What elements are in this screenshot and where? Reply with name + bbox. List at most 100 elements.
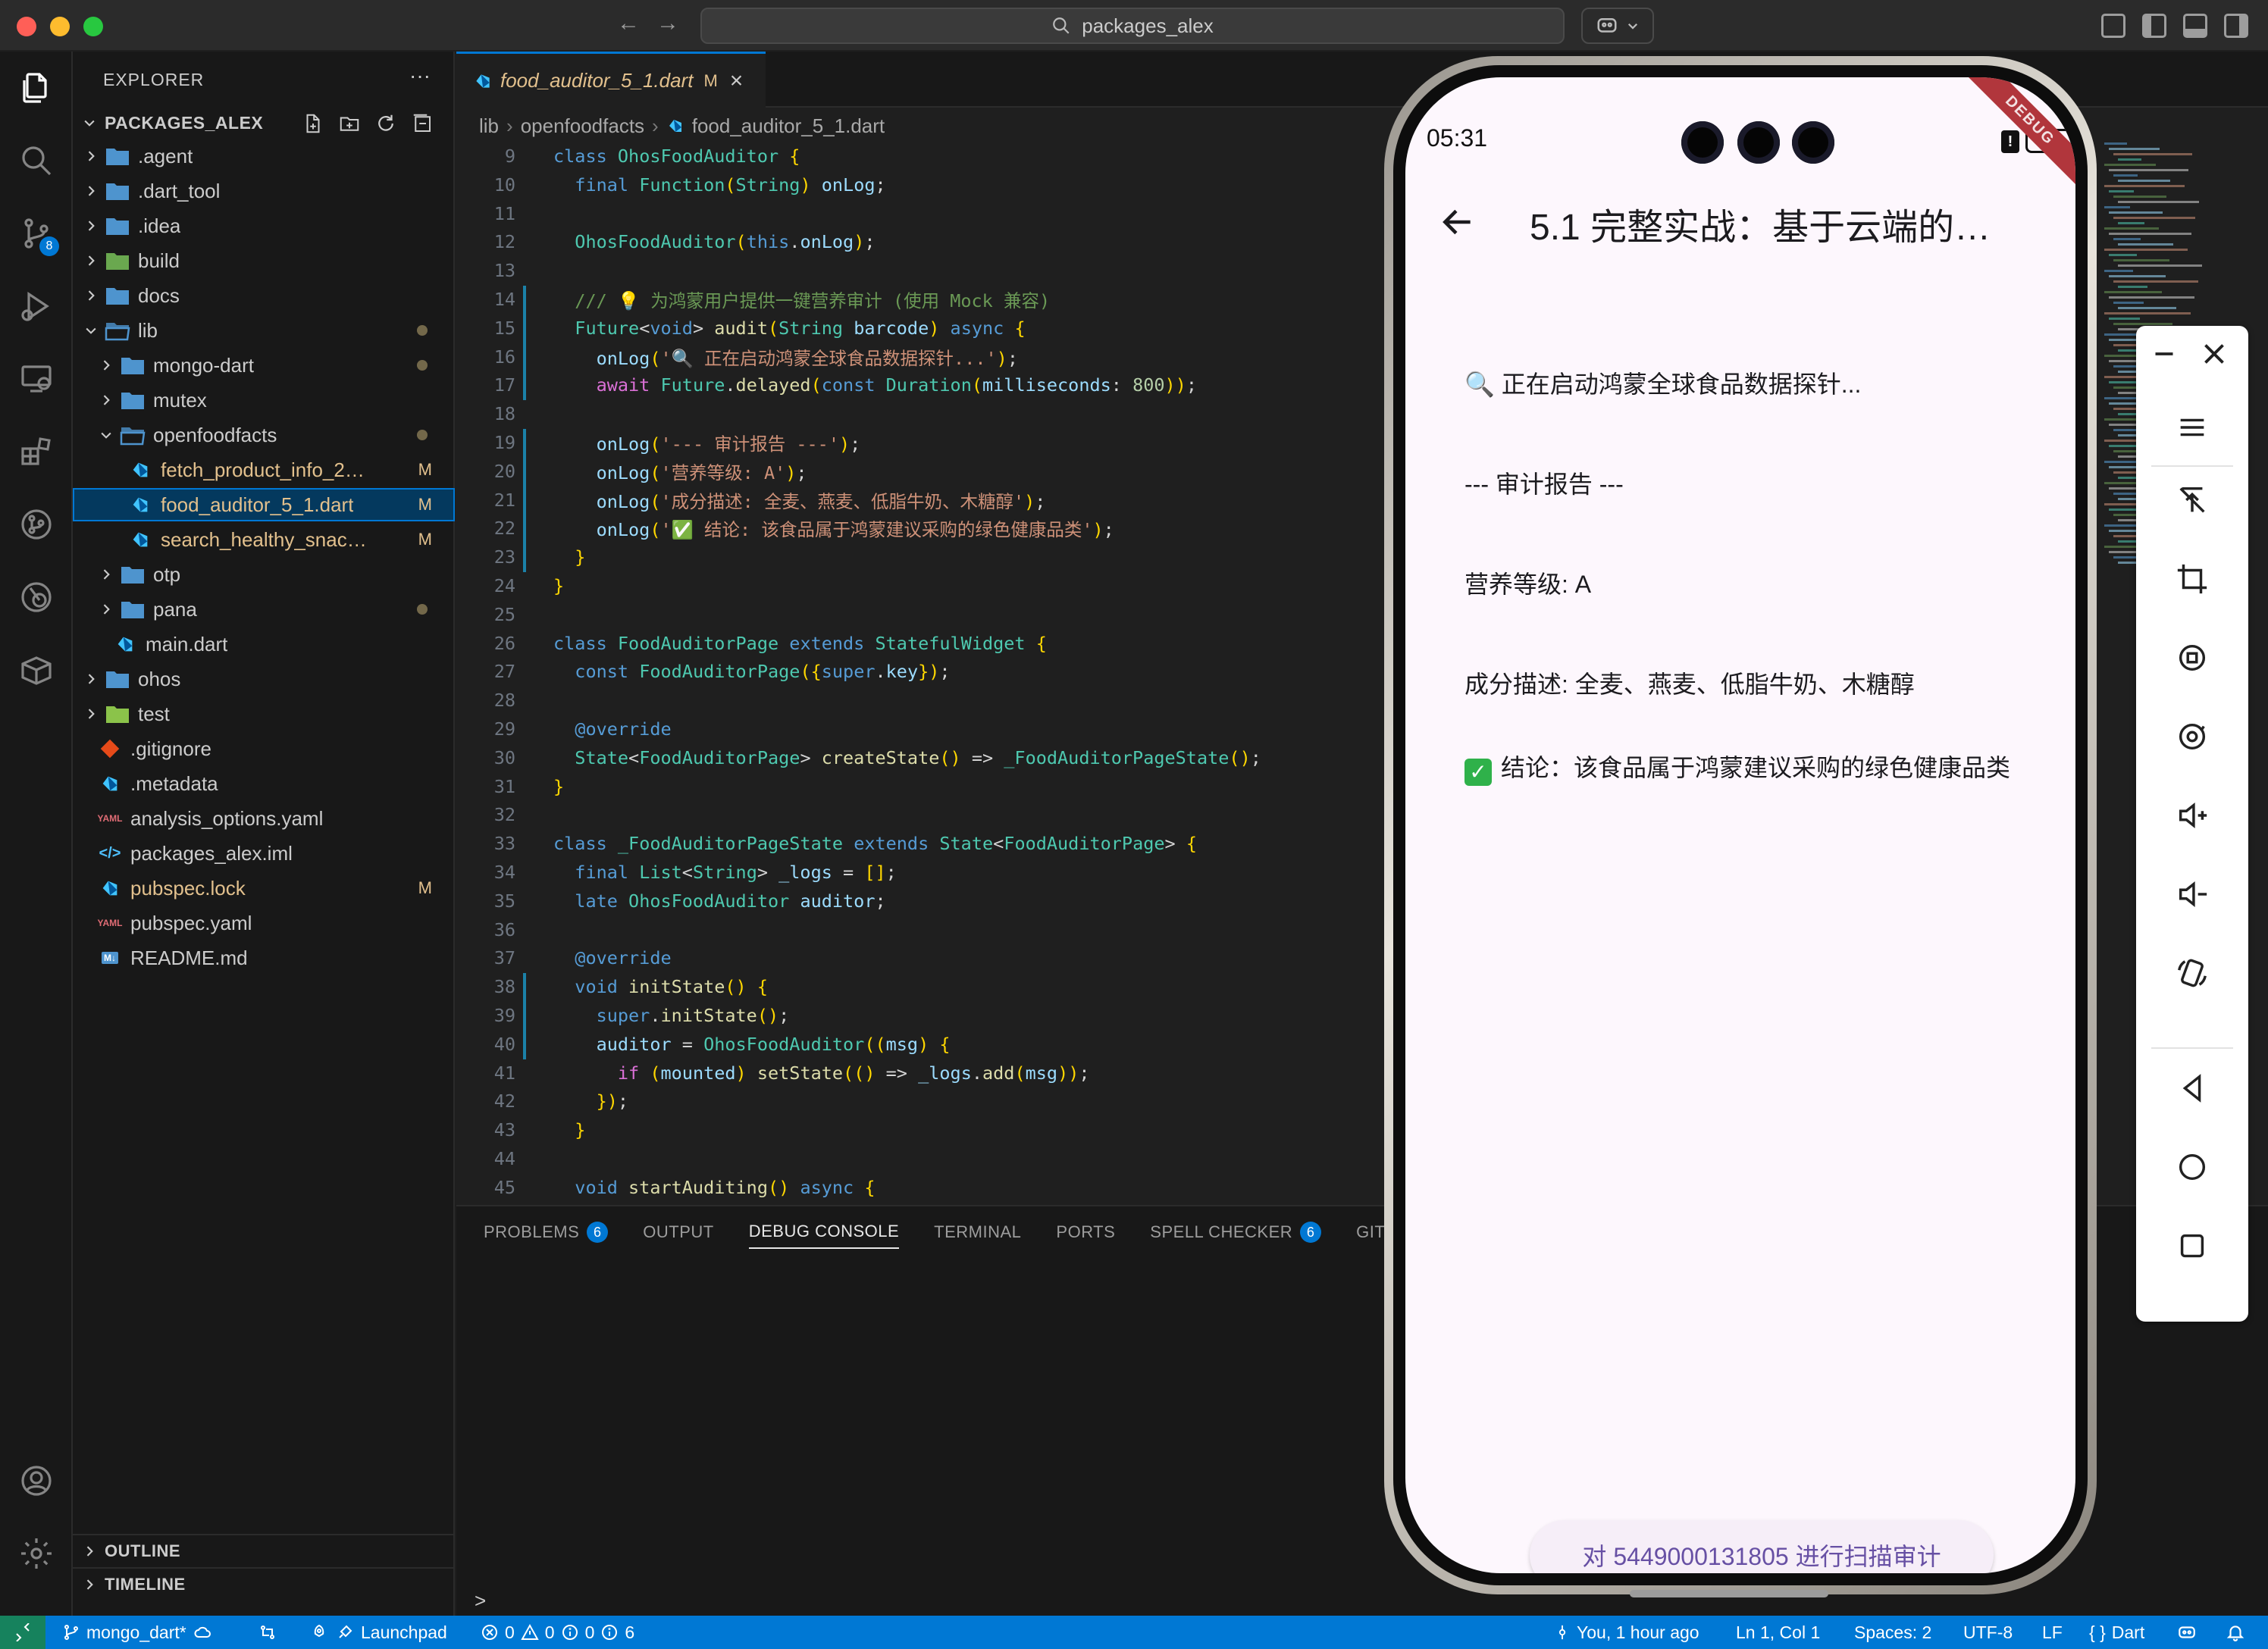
cursor-position-item[interactable]: Ln 1, Col 1 — [1736, 1616, 1820, 1649]
explorer-more-button[interactable]: ··· — [409, 64, 431, 88]
code-line[interactable]: 35 late OhosFoodAuditor auditor; — [456, 887, 1396, 915]
crop-icon[interactable] — [2169, 556, 2215, 602]
tree-folder[interactable]: .agent — [73, 139, 455, 173]
tree-file[interactable]: .gitignore — [73, 732, 455, 765]
code-line[interactable]: 29 @override — [456, 715, 1396, 743]
outline-header[interactable]: OUTLINE — [73, 1534, 455, 1567]
code-line[interactable]: 34 final List<String> _logs = []; — [456, 859, 1396, 886]
toggle-panel-icon[interactable] — [2183, 14, 2207, 38]
panel-tab[interactable]: PORTS — [1056, 1222, 1115, 1249]
tree-folder[interactable]: .dart_tool — [73, 174, 455, 208]
tree-folder[interactable]: otp — [73, 558, 455, 591]
tree-folder[interactable]: .idea — [73, 209, 455, 242]
new-folder-icon[interactable] — [338, 112, 361, 135]
tree-folder[interactable]: build — [73, 244, 455, 277]
tree-folder[interactable]: ohos — [73, 662, 455, 696]
tab-close-icon[interactable]: × — [730, 68, 744, 94]
menu-icon[interactable] — [2169, 405, 2215, 450]
code-line[interactable]: 33 class _FoodAuditorPageState extends St… — [456, 830, 1396, 857]
toggle-sidebar-icon[interactable] — [2142, 14, 2166, 38]
code-line[interactable]: 12 OhosFoodAuditor(this.onLog); — [456, 228, 1396, 255]
explorer-icon[interactable] — [18, 70, 55, 106]
code-line[interactable]: 40 auditor = OhosFoodAuditor((msg) { — [456, 1031, 1396, 1058]
code-line[interactable]: 21 onLog('成分描述: 全麦、燕麦、低脂牛奶、木糖醇'); — [456, 487, 1396, 514]
customize-layout-icon[interactable] — [2101, 14, 2125, 38]
remote-indicator[interactable] — [0, 1616, 45, 1649]
new-file-icon[interactable] — [302, 112, 324, 135]
home-icon[interactable] — [2169, 1144, 2215, 1190]
code-line[interactable]: 44 — [456, 1145, 1396, 1172]
tree-file[interactable]: food_auditor_5_1.dart M — [73, 488, 455, 521]
manage-gear-icon[interactable] — [18, 1535, 55, 1572]
code-line[interactable]: 24} — [456, 572, 1396, 599]
code-line[interactable]: 18 — [456, 400, 1396, 427]
tree-file[interactable]: M↓ README.md — [73, 941, 455, 975]
nav-back-button[interactable]: ← — [617, 11, 640, 36]
code-line[interactable]: 10 final Function(String) onLog; — [456, 171, 1396, 199]
breadcrumb-item[interactable]: food_auditor_5_1.dart — [692, 114, 885, 138]
code-line[interactable]: 41 if (mounted) setState(() => _logs.add… — [456, 1059, 1396, 1087]
tree-file[interactable]: search_healthy_snacks... M — [73, 523, 455, 556]
tree-file[interactable]: YAML pubspec.yaml — [73, 906, 455, 940]
back-icon[interactable] — [2169, 1065, 2215, 1111]
volume-down-icon[interactable] — [2169, 871, 2215, 917]
code-line[interactable]: 19 onLog('--- 审计报告 ---'); — [456, 429, 1396, 456]
copilot-button[interactable] — [1581, 8, 1654, 44]
code-line[interactable]: 31} — [456, 773, 1396, 800]
refresh-icon[interactable] — [374, 112, 397, 135]
code-line[interactable]: 37 @override — [456, 944, 1396, 972]
copilot-status-item[interactable] — [2176, 1616, 2198, 1649]
launchpad-item[interactable]: Launchpad — [309, 1616, 447, 1649]
git-graph-icon[interactable] — [18, 506, 55, 543]
panel-tab[interactable]: SPELL CHECKER 6 — [1150, 1222, 1322, 1249]
encoding-item[interactable]: UTF-8 — [1963, 1616, 2013, 1649]
notifications-item[interactable] — [2226, 1616, 2245, 1649]
window-minimize-button[interactable] — [50, 17, 70, 36]
code-line[interactable]: 9 class OhosFoodAuditor { — [456, 142, 1396, 170]
editor-tab-active[interactable]: food_auditor_5_1.dart M × — [456, 52, 766, 108]
code-line[interactable]: 30 State<FoodAuditorPage> createState() … — [456, 744, 1396, 771]
close-icon[interactable] — [2194, 333, 2235, 374]
tree-file[interactable]: .metadata — [73, 767, 455, 800]
language-mode-item[interactable]: { } Dart — [2089, 1616, 2144, 1649]
source-control-icon[interactable]: 8 — [18, 215, 59, 256]
breadcrumb-item[interactable]: openfoodfacts — [521, 114, 644, 138]
tree-file[interactable]: pubspec.lock M — [73, 871, 455, 905]
git-blame-item[interactable]: You, 1 hour ago — [1554, 1616, 1699, 1649]
tree-file[interactable]: fetch_product_info_2_... M — [73, 453, 455, 487]
panel-tab[interactable]: PROBLEMS 6 — [484, 1222, 609, 1249]
run-debug-icon[interactable] — [18, 288, 55, 324]
extensions-icon[interactable] — [18, 433, 55, 470]
volume-up-icon[interactable] — [2169, 793, 2215, 838]
tree-folder[interactable]: mutex — [73, 383, 455, 417]
code-line[interactable]: 16 onLog('🔍 正在启动鸿蒙全球食品数据探针...'); — [456, 343, 1396, 371]
code-line[interactable]: 23 } — [456, 543, 1396, 571]
tree-folder[interactable]: pana — [73, 593, 455, 626]
code-line[interactable]: 17 await Future.delayed(const Duration(m… — [456, 371, 1396, 399]
code-line[interactable]: 20 onLog('营养等级: A'); — [456, 458, 1396, 485]
code-line[interactable]: 43 } — [456, 1116, 1396, 1144]
pin-off-icon[interactable] — [2169, 477, 2215, 523]
home-indicator[interactable] — [1630, 1590, 1828, 1597]
rotate-icon[interactable] — [2169, 635, 2215, 681]
indentation-item[interactable]: Spaces: 2 — [1854, 1616, 1931, 1649]
code-line[interactable]: 39 super.initState(); — [456, 1002, 1396, 1029]
code-line[interactable]: 38 void initState() { — [456, 973, 1396, 1000]
code-line[interactable]: 28 — [456, 687, 1396, 714]
window-maximize-button[interactable] — [83, 17, 103, 36]
git-graph-status-item[interactable] — [258, 1616, 277, 1649]
tree-folder[interactable]: lib — [73, 314, 455, 347]
eol-item[interactable]: LF — [2042, 1616, 2063, 1649]
screenshot-icon[interactable] — [2169, 714, 2215, 759]
tree-folder[interactable]: docs — [73, 279, 455, 312]
code-line[interactable]: 45 void startAuditing() async { — [456, 1174, 1396, 1201]
workspace-root[interactable]: PACKAGES_ALEX — [73, 106, 455, 139]
overview-icon[interactable] — [2169, 1223, 2215, 1269]
breadcrumb-item[interactable]: lib — [479, 114, 499, 138]
app-back-button[interactable] — [1439, 203, 1477, 241]
code-line[interactable]: 26 class FoodAuditorPage extends Stateful… — [456, 630, 1396, 657]
panel-tab[interactable]: TERMINAL — [934, 1222, 1021, 1249]
remote-explorer-icon[interactable] — [18, 361, 55, 397]
collapse-all-icon[interactable] — [411, 112, 434, 135]
minimize-icon[interactable] — [2144, 333, 2185, 374]
